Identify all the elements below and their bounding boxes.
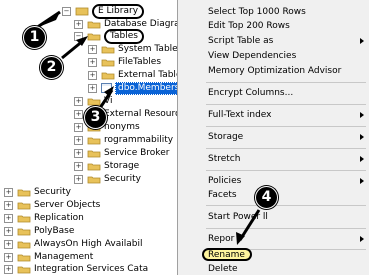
ssms-screenshot: − E Library + Database Diagran − Tables … <box>0 0 369 275</box>
callout-badge-3: 3 <box>84 106 107 129</box>
callout-badge-1: 1 <box>23 26 46 49</box>
callout-arrows <box>35 10 261 245</box>
callout-badge-4: 4 <box>255 186 278 209</box>
callout-badge-2: 2 <box>40 56 63 79</box>
